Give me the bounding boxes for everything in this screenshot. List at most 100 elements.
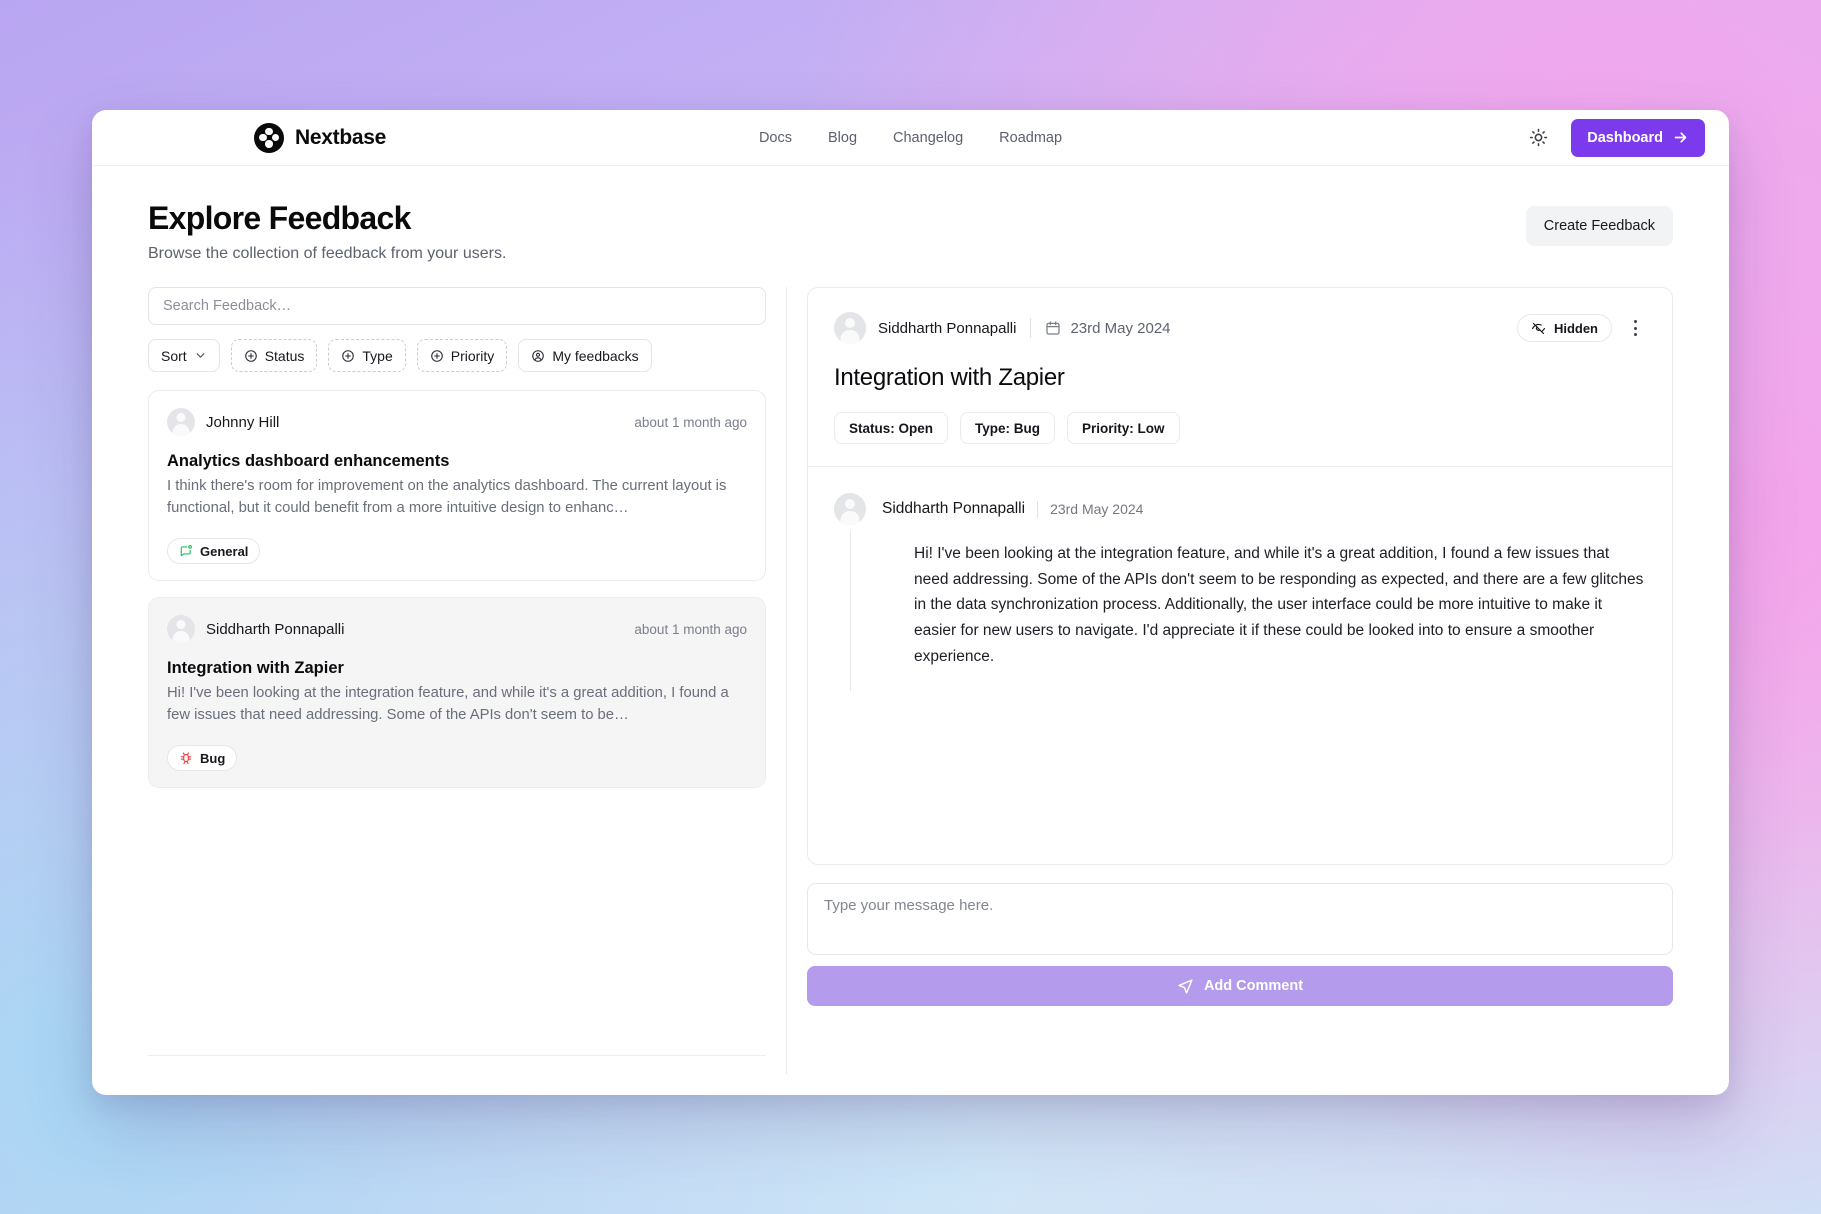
priority-tag[interactable]: Priority: Low (1067, 412, 1180, 444)
feedback-card-author: Siddharth Ponnapalli (167, 615, 344, 643)
priority-filter-label: Priority (450, 347, 495, 364)
detail-author: Siddharth Ponnapalli (834, 312, 1016, 344)
detail-author-name: Siddharth Ponnapalli (878, 319, 1017, 337)
feedback-timestamp: about 1 month ago (634, 621, 747, 637)
feedback-timestamp: about 1 month ago (634, 414, 747, 430)
add-comment-label: Add Comment (1203, 978, 1304, 994)
status-badge: General (167, 538, 261, 564)
status-filter-label: Status (264, 347, 305, 364)
comment-thread: Siddharth Ponnapalli 23rd May 2024 Hi! I… (808, 467, 1672, 864)
status-tag[interactable]: Status: Open (834, 412, 949, 444)
avatar (834, 312, 866, 344)
comment-rail (834, 493, 866, 691)
sort-filter-button[interactable]: Sort (148, 339, 220, 372)
dashboard-button[interactable]: Dashboard (1571, 118, 1705, 157)
visibility-toggle-button[interactable]: Hidden (1516, 314, 1612, 342)
brand-name: Nextbase (295, 125, 386, 149)
page-header: Explore Feedback Browse the collection o… (148, 200, 1673, 263)
feedback-detail-column: Siddharth Ponnapalli 23rd May 2024 Hidde… (787, 287, 1673, 1074)
feedback-excerpt: Hi! I've been looking at the integration… (167, 685, 729, 724)
brand-logo[interactable]: Nextbase (254, 122, 386, 153)
page-heading-group: Explore Feedback Browse the collection o… (148, 200, 506, 263)
page-subtitle: Browse the collection of feedback from y… (148, 245, 507, 262)
feedback-excerpt: I think there's room for improvement on … (167, 478, 727, 517)
content-columns: Sort Status (148, 287, 1673, 1074)
priority-filter-button[interactable]: Priority (416, 339, 508, 372)
bug-icon (180, 752, 192, 765)
comment-date: 23rd May 2024 (1050, 501, 1144, 517)
type-tag[interactable]: Type: Bug (960, 412, 1056, 444)
feedback-card[interactable]: Siddharth Ponnapalli about 1 month ago I… (148, 597, 766, 788)
comment-author: Siddharth Ponnapalli (882, 500, 1026, 517)
detail-date: 23rd May 2024 (1045, 319, 1171, 337)
nav-right-actions: Dashboard (1525, 118, 1705, 157)
send-icon (1178, 978, 1193, 994)
comment-header: Siddharth Ponnapalli 23rd May 2024 (882, 493, 1646, 525)
nav-link-docs[interactable]: Docs (759, 130, 792, 146)
avatar (167, 408, 195, 436)
status-filter-button[interactable]: Status (230, 339, 318, 372)
search-input[interactable] (148, 287, 766, 325)
feedback-card[interactable]: Johnny Hill about 1 month ago Analytics … (148, 390, 766, 581)
calendar-icon (1046, 321, 1061, 335)
page-title: Explore Feedback (148, 200, 411, 236)
sun-icon (1529, 128, 1547, 147)
author-name: Siddharth Ponnapalli (206, 620, 345, 638)
visibility-label: Hidden (1553, 320, 1598, 336)
thread-connector-line (849, 531, 851, 691)
status-badge: Bug (167, 745, 238, 771)
feedback-badge-row: General (167, 538, 747, 564)
comment-textarea[interactable] (824, 897, 1656, 941)
feedback-title: Analytics dashboard enhancements (167, 452, 450, 470)
arrow-right-icon (1674, 132, 1687, 143)
feedback-card-header: Johnny Hill about 1 month ago (167, 408, 747, 436)
avatar (834, 493, 866, 525)
feedback-detail-panel: Siddharth Ponnapalli 23rd May 2024 Hidde… (807, 287, 1673, 865)
theme-toggle-button[interactable] (1525, 125, 1551, 151)
detail-header: Siddharth Ponnapalli 23rd May 2024 Hidde… (808, 288, 1672, 467)
dashboard-button-label: Dashboard (1587, 129, 1663, 146)
plus-circle-icon (342, 349, 355, 362)
type-filter-button[interactable]: Type (328, 339, 406, 372)
sort-filter-label: Sort (161, 347, 187, 364)
feedback-title: Integration with Zapier (167, 659, 344, 677)
create-feedback-button[interactable]: Create Feedback (1525, 206, 1673, 246)
comment-input-wrapper (807, 883, 1673, 955)
filter-bar: Sort Status Type Priority My feedbacks (148, 339, 766, 372)
detail-actions: Hidden (1516, 314, 1646, 342)
detail-date-label: 23rd May 2024 (1070, 319, 1171, 337)
eye-off-icon (1531, 322, 1545, 334)
my-feedbacks-filter-button[interactable]: My feedbacks (518, 339, 652, 372)
type-filter-label: Type (362, 347, 393, 364)
nav-link-roadmap[interactable]: Roadmap (999, 130, 1062, 146)
meta-separator (1030, 318, 1032, 338)
nav-link-changelog[interactable]: Changelog (893, 130, 963, 146)
plus-circle-icon (430, 349, 443, 362)
comment-separator (1037, 500, 1039, 518)
comment-content: Siddharth Ponnapalli 23rd May 2024 Hi! I… (866, 493, 1646, 691)
my-feedbacks-filter-label: My feedbacks (552, 347, 639, 364)
list-bottom-divider (148, 1055, 766, 1056)
user-circle-icon (532, 349, 545, 362)
page-content: Explore Feedback Browse the collection o… (92, 166, 1729, 1095)
chevron-down-icon (196, 353, 205, 358)
status-badge-label: Bug (200, 750, 226, 766)
add-comment-button[interactable]: Add Comment (807, 966, 1673, 1006)
plus-circle-icon (244, 349, 257, 362)
detail-title: Integration with Zapier (834, 364, 1065, 391)
status-badge-label: General (200, 543, 249, 559)
feedback-list-column: Sort Status (148, 287, 786, 1074)
feedback-card-author: Johnny Hill (167, 408, 279, 436)
feedback-badge-row: Bug (167, 745, 747, 771)
more-vertical-icon[interactable] (1624, 314, 1646, 342)
author-name: Johnny Hill (206, 413, 280, 431)
detail-tags: Status: Open Type: Bug Priority: Low (834, 412, 1646, 444)
top-navigation-bar: Nextbase Docs Blog Changelog Roadmap Das… (92, 110, 1729, 166)
detail-meta-row: Siddharth Ponnapalli 23rd May 2024 Hidde… (834, 312, 1646, 344)
nav-link-blog[interactable]: Blog (828, 130, 857, 146)
avatar (167, 615, 195, 643)
comment-body: Hi! I've been looking at the integration… (914, 545, 1644, 665)
comment-composer: Add Comment (807, 883, 1673, 1006)
comment-item: Siddharth Ponnapalli 23rd May 2024 Hi! I… (834, 493, 1646, 691)
message-square-dot-icon (180, 545, 192, 557)
